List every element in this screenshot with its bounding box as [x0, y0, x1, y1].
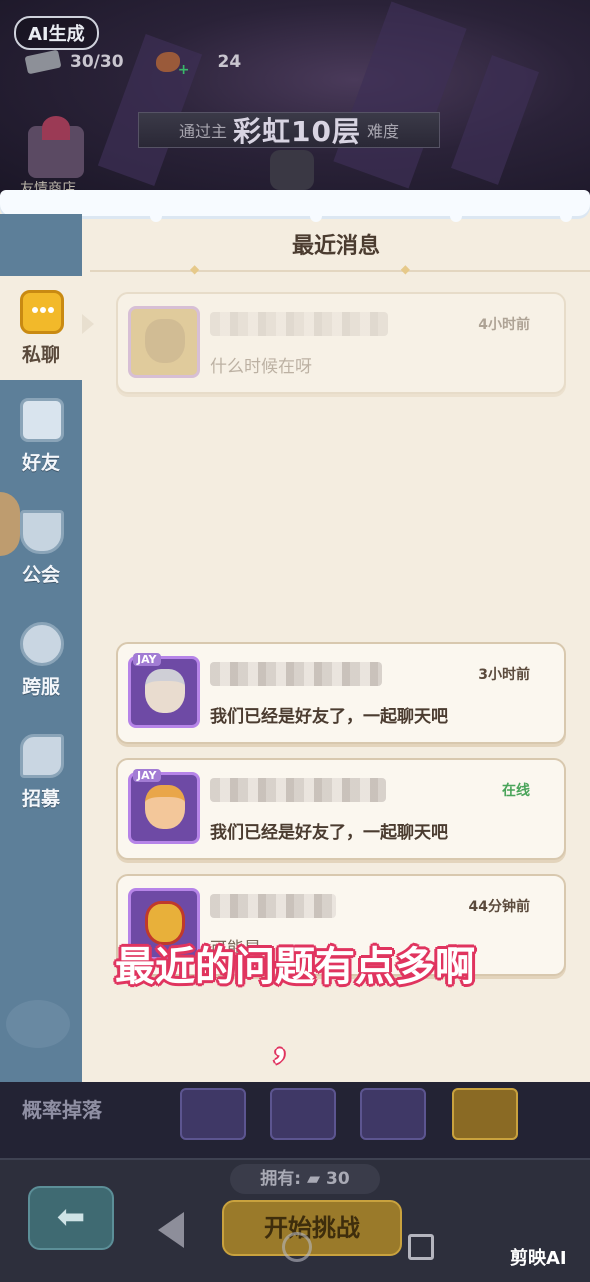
blurred-username [210, 894, 336, 918]
message-time: 3小时前 [478, 667, 530, 683]
owned-label: 拥有: [260, 1169, 302, 1189]
shop-icon[interactable] [28, 116, 84, 178]
owned-count: 拥有: ▰ 30 [230, 1164, 380, 1194]
nav-home-icon[interactable] [282, 1232, 312, 1262]
guild-shield-icon [20, 510, 64, 554]
sidebar-item-label: 招募 [21, 788, 60, 810]
planet-icon [20, 622, 64, 666]
message-card[interactable]: 4小时前 什么时候在呀 [116, 292, 566, 394]
ticket-icon: ▰ [307, 1169, 321, 1189]
handshake-icon [20, 734, 64, 778]
title-divider [90, 262, 590, 276]
back-button[interactable]: ⬅ [28, 1186, 114, 1250]
nav-recents-icon[interactable] [408, 1234, 434, 1260]
banner-highlight: 彩虹10层 [233, 115, 361, 148]
avatar [128, 306, 200, 378]
drop-label: 概率掉落 [22, 1098, 102, 1122]
banner-suffix: 难度 [366, 122, 399, 141]
planet-icon [6, 1000, 70, 1048]
meat-icon[interactable]: + [155, 52, 190, 78]
message-card[interactable]: JAY 在线 我们已经是好友了，一起聊天吧 [116, 758, 566, 860]
ai-generated-badge: AI生成 [14, 16, 99, 50]
watermark: 剪映AI [510, 1248, 567, 1269]
banner-prefix: 通过主 [179, 122, 228, 141]
sidebar-item-label: 跨服 [21, 676, 60, 698]
video-subtitle-punct: ， [270, 1022, 310, 1068]
sidebar-item-friends[interactable]: 好友 [0, 384, 82, 488]
avatar: JAY [128, 653, 200, 728]
blurred-username [210, 662, 382, 686]
nav-back-icon[interactable] [158, 1212, 184, 1248]
sidebar-item-private-chat[interactable]: 私聊 [0, 276, 82, 380]
sidebar-item-label: 公会 [21, 564, 60, 586]
stage-banner: 通过主 彩虹10层 难度 [138, 112, 440, 148]
message-time: 44分钟前 [468, 899, 530, 915]
message-preview: 我们已经是好友了，一起聊天吧 [210, 823, 448, 843]
active-tab-notch [82, 314, 94, 334]
avatar: JAY [128, 769, 200, 844]
stamina-count: 30/30 [70, 52, 124, 72]
chat-bubble-icon [20, 290, 64, 334]
blurred-username [210, 312, 388, 336]
mystery-chest-icon[interactable] [360, 1088, 426, 1140]
start-challenge-button[interactable]: 开始挑战 [222, 1200, 402, 1256]
sidebar-item-label: 私聊 [21, 344, 60, 366]
sidebar-item-label: 好友 [21, 452, 60, 474]
message-card[interactable]: JAY 3小时前 我们已经是好友了，一起聊天吧 [116, 642, 566, 744]
mystery-chest-icon[interactable] [270, 1088, 336, 1140]
gold-chest-icon[interactable] [452, 1088, 518, 1140]
sidebar-item-recruit[interactable]: 招募 [0, 720, 82, 824]
message-time: 4小时前 [478, 317, 530, 333]
sidebar-item-guild[interactable]: 公会 [0, 496, 82, 600]
online-status: 在线 [502, 783, 530, 799]
blurred-username [210, 778, 386, 802]
message-preview: 我们已经是好友了，一起聊天吧 [210, 707, 448, 727]
chest-icon[interactable] [180, 1088, 246, 1140]
video-subtitle: 最近的问题有点多啊 [115, 944, 475, 990]
sidebar-item-cross-server[interactable]: 跨服 [0, 608, 82, 712]
resource-bar: 30/30 + 24 [24, 49, 242, 78]
food-count: 24 [217, 52, 242, 72]
panel-title: 最近消息 [291, 234, 380, 259]
ticket-icon [24, 49, 62, 75]
snow-trim [0, 190, 590, 222]
friends-icon [20, 398, 64, 442]
owned-value: 30 [326, 1169, 350, 1189]
lock-icon [270, 150, 314, 190]
message-preview: 什么时候在呀 [210, 357, 312, 377]
